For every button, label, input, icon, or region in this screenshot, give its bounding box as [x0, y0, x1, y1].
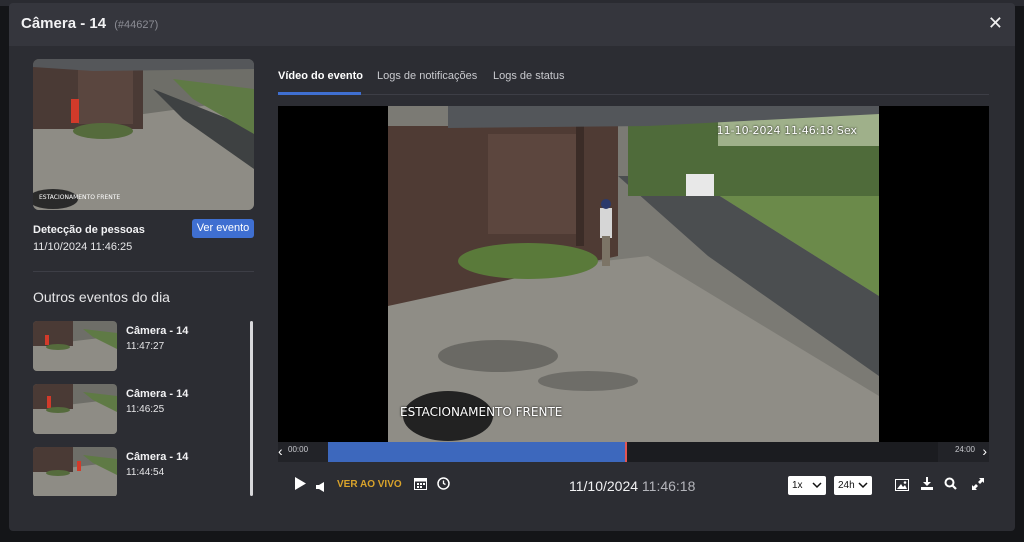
search-icon[interactable] [944, 477, 957, 495]
current-time: 11:46:18 [641, 478, 696, 494]
event-thumbnail-image: ESTACIONAMENTO FRENTE [33, 59, 254, 210]
timeline-track[interactable] [328, 442, 938, 462]
other-events-title: Outros eventos do dia [33, 289, 170, 305]
fullscreen-icon[interactable] [972, 477, 984, 495]
list-scrollbar[interactable] [250, 321, 253, 496]
video-frame: 11-10-2024 11:46:18 Sex ESTACIONAMENTO F… [388, 106, 879, 442]
timeline-end: 24:00 [954, 445, 975, 454]
clock-icon[interactable] [437, 477, 450, 495]
tab-bar: Vídeo do evento Logs de notificações Log… [278, 61, 989, 95]
list-item[interactable]: Câmera - 14 11:46:25 [33, 384, 243, 436]
divider [33, 271, 254, 272]
event-camera: Câmera - 14 [126, 451, 189, 463]
list-item[interactable]: Câmera - 14 11:47:27 [33, 321, 243, 373]
range-value: 24h [838, 480, 855, 491]
other-events-list: Câmera - 14 11:47:27 Câmera - 14 11:46:2… [33, 321, 254, 496]
video-camera-name-overlay: ESTACIONAMENTO FRENTE [400, 405, 563, 419]
event-list-thumbnail [33, 321, 117, 371]
timeline-start: 00:00 [288, 445, 309, 454]
chevron-down-icon [812, 476, 822, 502]
chevron-down-icon [858, 476, 868, 502]
speed-value: 1x [792, 480, 803, 491]
current-date: 11/10/2024 [569, 478, 639, 494]
event-thumbnail[interactable]: ESTACIONAMENTO FRENTE [33, 59, 254, 210]
active-tab-indicator [278, 92, 361, 95]
video-frame-image [388, 106, 879, 442]
view-event-button[interactable]: Ver evento [192, 219, 254, 238]
timeline-progress [328, 442, 627, 462]
event-time: 11:47:27 [126, 341, 165, 352]
event-datetime: 11/10/2024 11:46:25 [33, 241, 133, 253]
camera-id: (#44627) [114, 19, 159, 31]
download-icon[interactable] [921, 477, 933, 495]
event-camera: Câmera - 14 [126, 325, 189, 337]
timeline[interactable]: ‹ 00:00 24:00 › [278, 442, 989, 462]
range-select[interactable]: 24h [834, 476, 872, 495]
close-icon[interactable]: ✕ [988, 13, 1003, 33]
chevron-left-icon[interactable]: ‹ [278, 443, 283, 459]
event-type: Detecção de pessoas [33, 224, 145, 236]
event-time: 11:44:54 [126, 467, 165, 478]
event-time: 11:46:25 [126, 404, 165, 415]
tab-notification-logs[interactable]: Logs de notificações [377, 70, 477, 82]
modal-header: Câmera - 14 (#44627) ✕ [9, 3, 1015, 46]
image-icon[interactable] [895, 478, 909, 496]
tab-event-video[interactable]: Vídeo do evento [278, 70, 363, 82]
volume-icon[interactable] [316, 479, 324, 497]
player-controls: VER AO VIVO 11/10/2024 11:46:18 1x 24h [278, 470, 989, 500]
event-list-thumbnail [33, 384, 117, 434]
live-view-button[interactable]: VER AO VIVO [337, 479, 402, 490]
play-icon[interactable] [295, 477, 306, 495]
tab-status-logs[interactable]: Logs de status [493, 70, 565, 82]
list-item[interactable]: Câmera - 14 11:44:54 [33, 447, 243, 496]
speed-select[interactable]: 1x [788, 476, 826, 495]
event-camera: Câmera - 14 [126, 388, 189, 400]
event-list-thumbnail [33, 447, 117, 496]
modal-title: Câmera - 14 (#44627) [21, 15, 158, 32]
video-player[interactable]: 11-10-2024 11:46:18 Sex ESTACIONAMENTO F… [278, 106, 989, 442]
svg-text:ESTACIONAMENTO FRENTE: ESTACIONAMENTO FRENTE [39, 194, 120, 201]
camera-name: Câmera - 14 [21, 15, 107, 32]
video-timestamp-overlay: 11-10-2024 11:46:18 Sex [716, 124, 857, 137]
chevron-right-icon[interactable]: › [982, 443, 987, 459]
current-datetime: 11/10/2024 11:46:18 [569, 478, 695, 494]
calendar-icon[interactable] [414, 477, 427, 495]
event-modal: Câmera - 14 (#44627) ✕ ESTACIONAMENTO FR… [9, 3, 1015, 531]
